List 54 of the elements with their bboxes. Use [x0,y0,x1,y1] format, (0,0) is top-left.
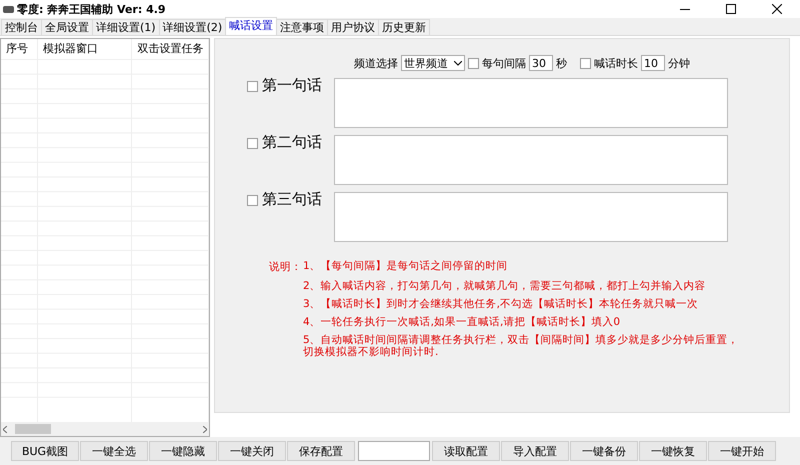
toolbar-button[interactable]: 一键隐藏 [149,441,217,461]
tab[interactable]: 喊话设置 [225,17,278,35]
horizontal-scrollbar[interactable] [1,422,209,436]
scroll-left-icon[interactable] [3,426,7,432]
minutes-label: 分钟 [668,56,690,70]
sentence-label: 第二句话 [262,133,323,152]
minimize-icon[interactable] [680,8,690,10]
interval-field[interactable]: 30 [529,55,553,71]
duration-checkbox[interactable] [580,58,591,68]
config-name-field[interactable] [358,441,430,461]
sentence-input[interactable] [334,135,728,185]
toolbar-button[interactable]: 一键关闭 [218,441,286,461]
note-text: 2、输入喊话内容，打勾第几句，就喊第几句，需要三句都喊，都打上勾并输入内容 [303,280,707,292]
seconds-label: 秒 [556,56,567,70]
note-text: 切换模拟器不影响时间计时. [303,346,440,358]
toolbar-button[interactable]: 导入配置 [501,441,569,461]
duration-label: 喊话时长 [594,56,638,70]
toolbar-button[interactable]: 保存配置 [287,441,355,461]
tab[interactable]: 详细设置(1) [92,19,160,35]
toolbar-button[interactable]: 一键全选 [80,441,148,461]
notes-title: 说明： [269,260,303,274]
tab[interactable]: 用户协议 [327,19,380,35]
app-icon [3,4,14,14]
sentence-checkbox[interactable] [247,81,258,92]
note-text: 5、自动喊话时间间隔请调整任务执行栏，双击【间隔时间】填多少就是多少分钟后重置， [303,334,740,346]
channel-label: 频道选择 [354,56,398,70]
window-title: 零度: 奔奔王国辅助 Ver: 4.9 [17,2,167,16]
note-text: 1、【每句间隔】是每句话之间停留的时间 [303,260,509,274]
sentence-input[interactable] [334,192,728,242]
tab[interactable]: 控制台 [1,19,42,35]
duration-field[interactable]: 10 [641,55,665,71]
tab[interactable]: 详细设置(2) [158,19,226,35]
toolbar-button[interactable]: BUG截图 [11,441,79,461]
interval-checkbox[interactable] [468,58,479,68]
interval-label: 每句间隔 [482,56,526,70]
sentence-input[interactable] [334,78,728,128]
toolbar-button[interactable]: 读取配置 [432,441,500,461]
scrollbar-thumb[interactable] [15,424,51,434]
tab[interactable]: 全局设置 [41,19,93,35]
sentence-label: 第三句话 [262,190,323,209]
note-text: 3、【喊话时长】到时才会继续其他任务,不勾选【喊话时长】本轮任务就只喊一次 [303,298,700,310]
sentence-checkbox[interactable] [247,138,258,149]
toolbar-button[interactable]: 一键恢复 [639,441,707,461]
sentence-checkbox[interactable] [247,195,258,206]
scroll-right-icon[interactable] [203,426,207,432]
channel-dropdown[interactable]: 世界频道 [401,55,465,71]
sentence-label: 第一句话 [262,76,323,95]
close-icon[interactable] [772,4,782,14]
maximize-icon[interactable] [726,4,736,14]
tab[interactable]: 注意事项 [276,19,328,35]
tab[interactable]: 历史更新 [378,19,430,35]
toolbar-button[interactable]: 一键备份 [570,441,638,461]
note-text: 4、一轮任务执行一次喊话,如果一直喊话,请把【喊话时长】填入0 [303,316,622,328]
toolbar-button[interactable]: 一键开始 [708,441,776,461]
